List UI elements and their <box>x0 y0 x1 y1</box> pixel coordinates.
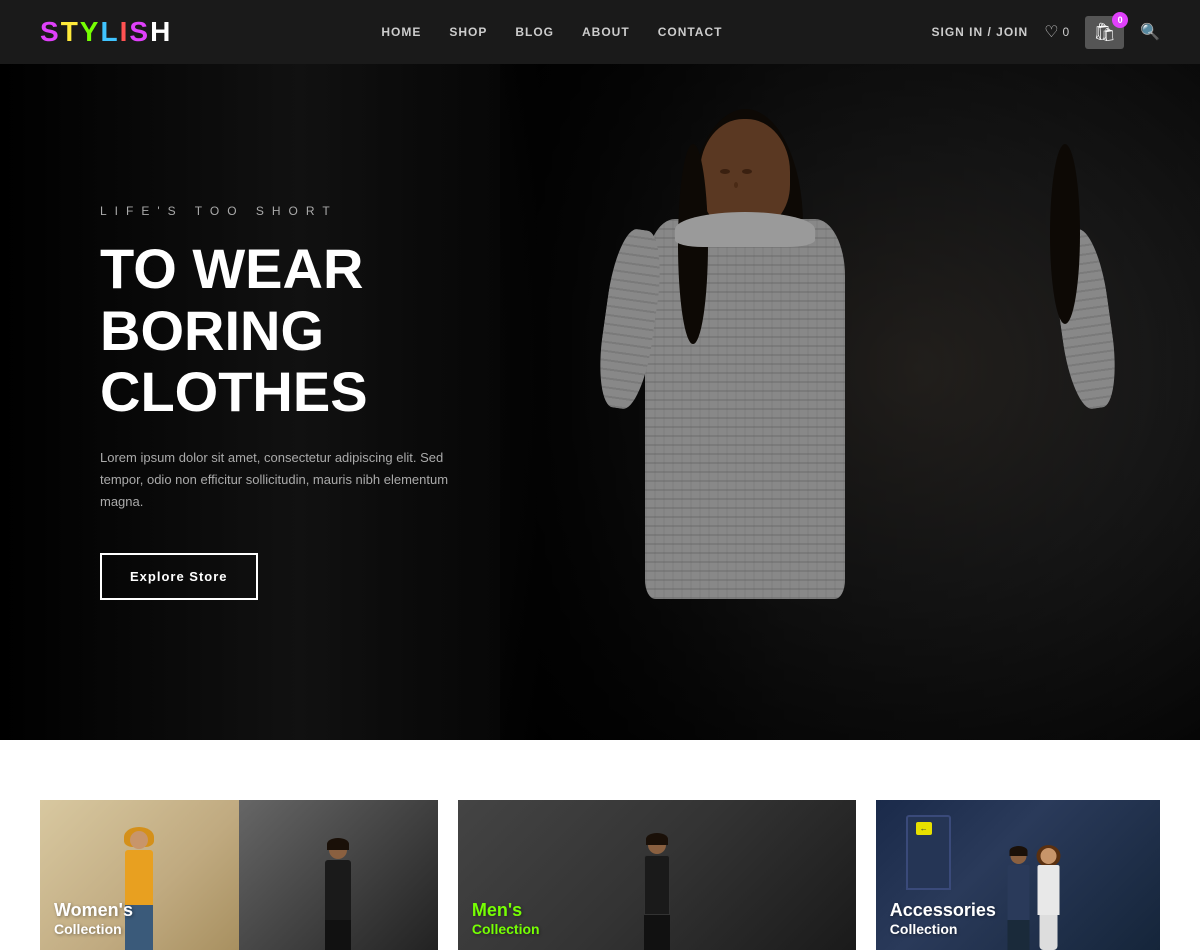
mens-collection-label: Men's Collection <box>472 900 540 938</box>
heart-icon: ♡ <box>1044 22 1058 42</box>
search-button[interactable]: 🔍 <box>1140 22 1160 42</box>
hero-title-line1: TO WEAR BORING <box>100 237 363 362</box>
nav-actions: SIGN IN / JOIN ♡ 0 🛍 0 🔍 <box>932 16 1161 49</box>
hero-title: TO WEAR BORING CLOTHES <box>100 238 600 423</box>
hero-section: LIFE'S TOO SHORT TO WEAR BORING CLOTHES … <box>0 64 1200 740</box>
sign-in-link[interactable]: SIGN IN / JOIN <box>932 25 1029 39</box>
wishlist-count: 0 <box>1063 25 1070 39</box>
cart-button[interactable]: 🛍 0 <box>1085 16 1124 49</box>
explore-store-button[interactable]: Explore Store <box>100 553 258 600</box>
mens-collection-card[interactable]: Men's Collection <box>458 800 856 950</box>
nav-shop[interactable]: SHOP <box>449 25 487 39</box>
nav-home[interactable]: HOME <box>381 25 421 39</box>
nav-links: HOME SHOP BLOG ABOUT CONTACT <box>381 25 722 39</box>
collections-section: Women's Collection Men's Collection ← <box>0 740 1200 950</box>
accessories-collection-card[interactable]: ← Accessories Collection <box>876 800 1160 950</box>
hero-tagline: LIFE'S TOO SHORT <box>100 204 600 218</box>
hero-description: Lorem ipsum dolor sit amet, consectetur … <box>100 447 480 513</box>
womens-collection-card[interactable]: Women's Collection <box>40 800 438 950</box>
nav-about[interactable]: ABOUT <box>582 25 630 39</box>
accessories-collection-label: Accessories Collection <box>890 900 996 938</box>
womens-collection-label: Women's Collection <box>54 900 133 938</box>
nav-contact[interactable]: CONTACT <box>658 25 723 39</box>
hero-title-line2: CLOTHES <box>100 360 368 423</box>
navbar: STYLISH HOME SHOP BLOG ABOUT CONTACT SIG… <box>0 0 1200 64</box>
brand-logo[interactable]: STYLISH <box>40 16 172 48</box>
hero-content: LIFE'S TOO SHORT TO WEAR BORING CLOTHES … <box>0 204 600 600</box>
cart-badge: 0 <box>1112 12 1128 28</box>
nav-blog[interactable]: BLOG <box>515 25 554 39</box>
wishlist-button[interactable]: ♡ 0 <box>1044 22 1069 42</box>
